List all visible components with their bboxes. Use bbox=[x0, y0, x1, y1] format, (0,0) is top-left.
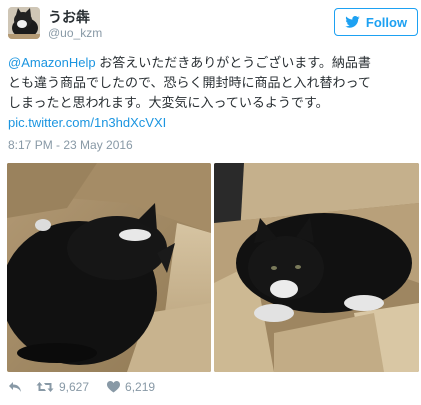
avatar[interactable] bbox=[8, 7, 40, 39]
tweet-text: @AmazonHelp お答えいただきありがとうございます。納品書 とも違う商品… bbox=[8, 53, 408, 133]
display-name[interactable]: うお犇 bbox=[48, 9, 90, 25]
tweet-text-segment: お答えいただきありがとうございます。納品書 bbox=[95, 55, 371, 70]
tweet-text-line-3: しまったと思われます。大変気に入っているようです。 bbox=[8, 95, 329, 110]
retweet-button[interactable]: 9,627 bbox=[36, 380, 89, 394]
reply-button[interactable] bbox=[8, 381, 22, 393]
timestamp[interactable]: 8:17 PM - 23 May 2016 bbox=[8, 138, 133, 152]
heart-icon bbox=[107, 381, 121, 393]
media-photo-2[interactable] bbox=[214, 163, 419, 372]
tweet-text-line-2: とも違う商品でしたので、恐らく開封時に商品と入れ替わって bbox=[8, 75, 371, 90]
photo-cat-in-box-1 bbox=[7, 163, 211, 372]
reply-icon bbox=[8, 381, 22, 393]
pic-link[interactable]: pic.twitter.com/1n3hdXcVXI bbox=[8, 113, 408, 133]
retweet-count: 9,627 bbox=[59, 380, 90, 394]
like-button[interactable]: 6,219 bbox=[107, 380, 155, 394]
like-count: 6,219 bbox=[125, 380, 156, 394]
tweet-text-line-1: @AmazonHelp お答えいただきありがとうございます。納品書 bbox=[8, 53, 408, 73]
tweet-actions: 9,627 6,219 bbox=[8, 378, 155, 396]
follow-button[interactable]: Follow bbox=[334, 8, 418, 36]
photo-cat-in-box-2 bbox=[214, 163, 419, 372]
twitter-bird-icon bbox=[345, 16, 360, 28]
follow-button-label: Follow bbox=[365, 14, 408, 30]
retweet-icon bbox=[36, 381, 54, 393]
mention-link[interactable]: @AmazonHelp bbox=[8, 55, 96, 70]
tweet-card: うお犇 @uo_kzm Follow @AmazonHelp お答えいただきあり… bbox=[0, 0, 421, 405]
user-handle[interactable]: @uo_kzm bbox=[48, 26, 102, 40]
media-photo-1[interactable] bbox=[7, 163, 211, 372]
